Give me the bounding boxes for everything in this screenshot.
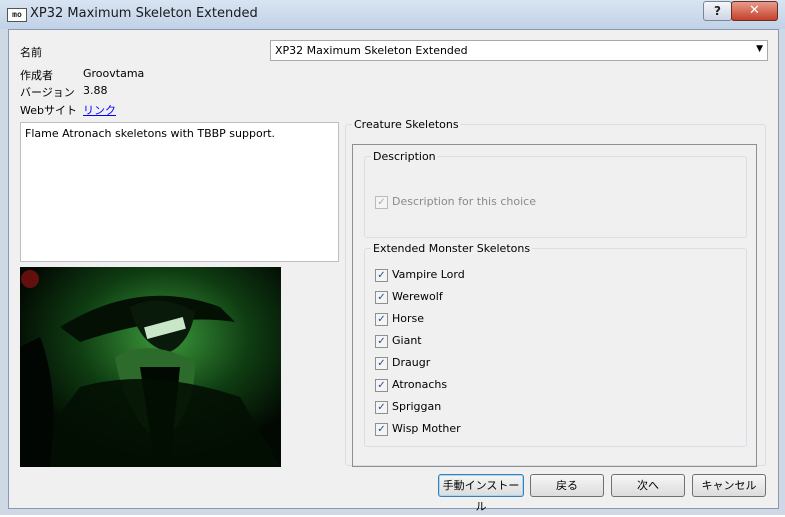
werewolf-label: Werewolf [392, 290, 443, 303]
spriggan-label: Spriggan [392, 400, 442, 413]
title-bar: mo XP32 Maximum Skeleton Extended ? ✕ [0, 0, 785, 29]
app-icon: mo [7, 8, 27, 22]
description-checkbox-label: Description for this choice [392, 195, 536, 208]
mod-preview-image [20, 267, 281, 467]
chevron-down-icon: ▼ [756, 44, 763, 54]
spriggan-checkbox[interactable]: ✓ [375, 401, 388, 414]
checkmark-icon: ✓ [377, 402, 386, 413]
author-value: Groovtama [83, 67, 145, 80]
description-section: Description [364, 150, 747, 238]
description-textbox[interactable]: Flame Atronach skeletons with TBBP suppo… [20, 122, 339, 262]
checkmark-icon: ✓ [377, 380, 386, 391]
wisp-mother-checkbox[interactable]: ✓ [375, 423, 388, 436]
checkmark-icon: ✓ [377, 270, 386, 281]
version-label: バージョン [20, 86, 75, 99]
vampire-lord-checkbox[interactable]: ✓ [375, 269, 388, 282]
checkmark-icon: ✓ [377, 358, 386, 369]
wisp-mother-label: Wisp Mother [392, 422, 461, 435]
draugr-label: Draugr [392, 356, 431, 369]
manual-install-button[interactable]: 手動インストール [438, 474, 524, 513]
website-label: Webサイト [20, 104, 77, 117]
close-button[interactable]: ✕ [731, 1, 778, 21]
checkmark-icon: ✓ [377, 292, 386, 303]
werewolf-checkbox[interactable]: ✓ [375, 291, 388, 304]
preview-artwork [20, 267, 281, 467]
description-section-title: Description [373, 150, 436, 163]
draugr-checkbox[interactable]: ✓ [375, 357, 388, 370]
giant-label: Giant [392, 334, 422, 347]
horse-checkbox[interactable]: ✓ [375, 313, 388, 326]
description-checkbox[interactable]: ✓ [375, 196, 388, 209]
website-link[interactable]: リンク [83, 102, 116, 118]
author-label: 作成者 [20, 69, 53, 82]
checkmark-icon: ✓ [377, 424, 386, 435]
help-button[interactable]: ? [703, 1, 732, 21]
checkmark-icon: ✓ [377, 197, 386, 208]
checkmark-icon: ✓ [377, 314, 386, 325]
giant-checkbox[interactable]: ✓ [375, 335, 388, 348]
creature-skeletons-title: Creature Skeletons [354, 118, 459, 131]
installer-window: mo XP32 Maximum Skeleton Extended ? ✕ 名前… [0, 0, 785, 515]
name-dropdown-value: XP32 Maximum Skeleton Extended [275, 44, 468, 57]
next-button[interactable]: 次へ [611, 474, 685, 497]
dialog-body: 名前 XP32 Maximum Skeleton Extended ▼ 作成者 … [8, 29, 779, 513]
back-button[interactable]: 戻る [530, 474, 604, 497]
window-title: XP32 Maximum Skeleton Extended [30, 6, 258, 21]
vampire-lord-label: Vampire Lord [392, 268, 465, 281]
checkmark-icon: ✓ [377, 336, 386, 347]
cancel-button[interactable]: キャンセル [692, 474, 766, 497]
version-value: 3.88 [83, 84, 108, 97]
atronachs-checkbox[interactable]: ✓ [375, 379, 388, 392]
description-text: Flame Atronach skeletons with TBBP suppo… [25, 127, 276, 140]
name-dropdown[interactable]: XP32 Maximum Skeleton Extended ▼ [270, 40, 768, 61]
horse-label: Horse [392, 312, 425, 325]
extended-skeletons-title: Extended Monster Skeletons [373, 242, 531, 255]
name-label: 名前 [20, 46, 42, 59]
atronachs-label: Atronachs [392, 378, 448, 391]
